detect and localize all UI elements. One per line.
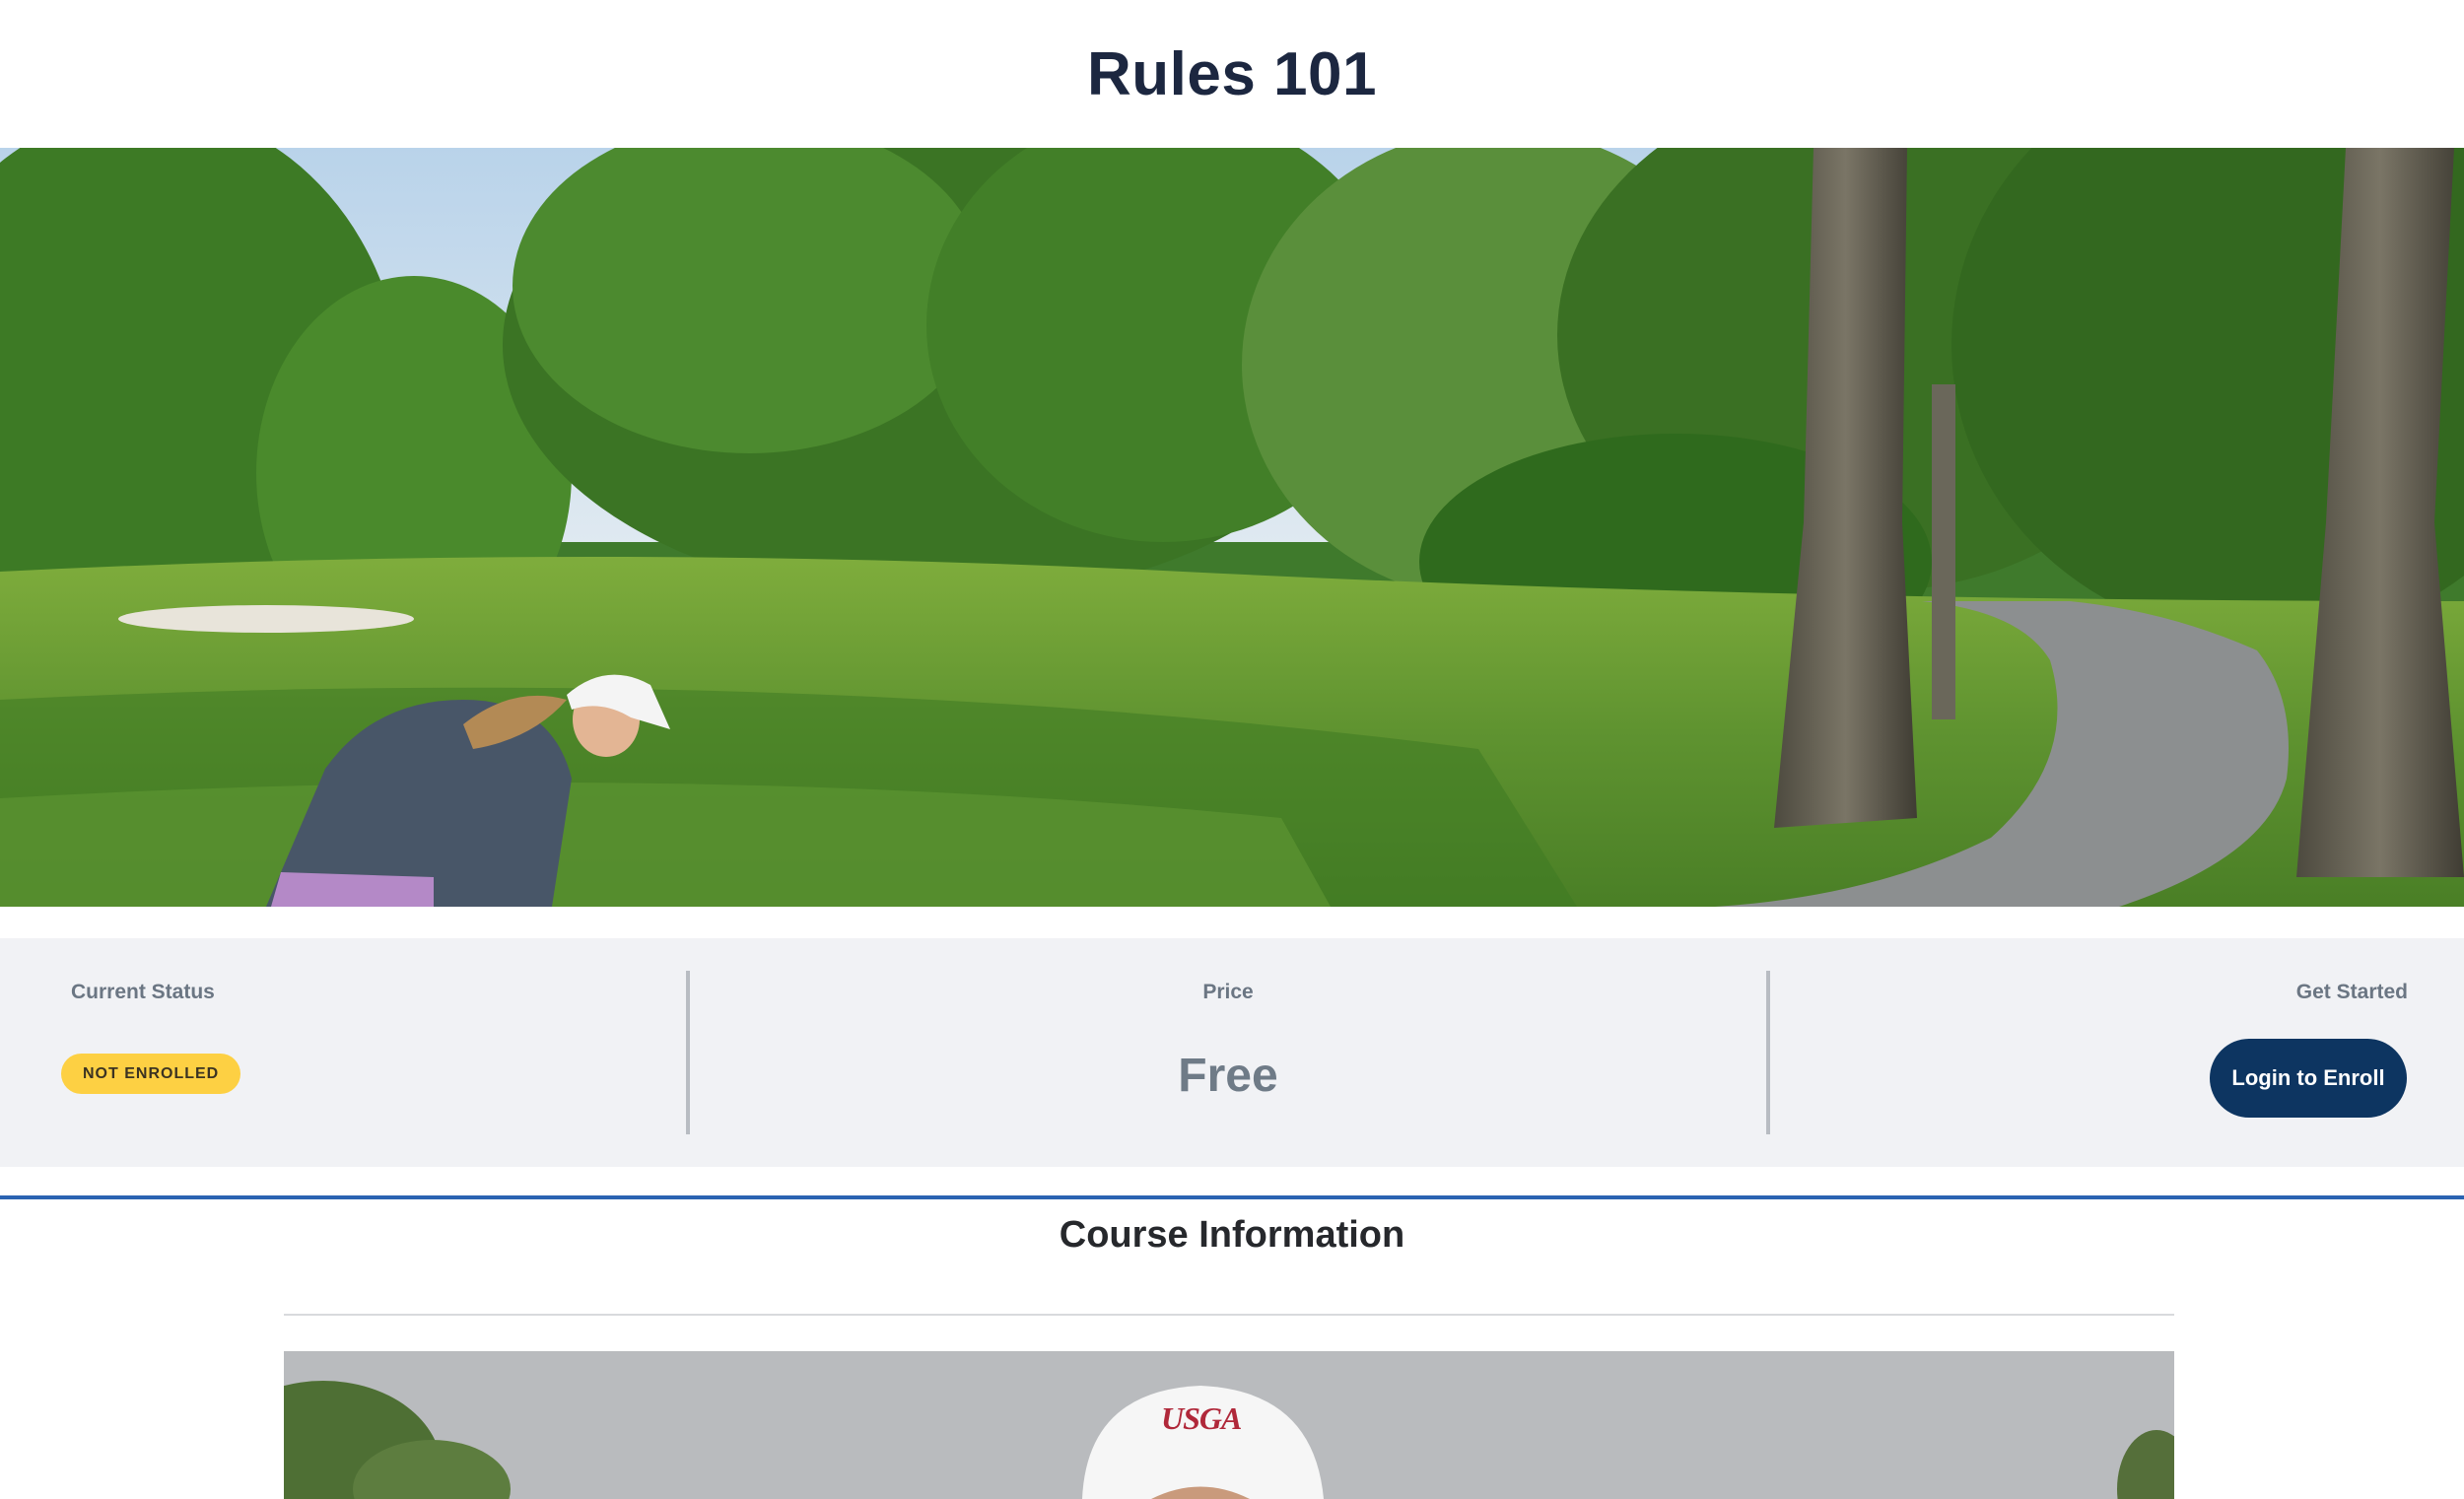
course-info-heading: Course Information xyxy=(1059,1214,1405,1256)
page-title: Rules 101 xyxy=(1086,39,1377,108)
get-started-label: Get Started xyxy=(2295,981,2408,1003)
current-status-label: Current Status xyxy=(71,981,215,1003)
enrollment-status-bar: Current Status NOT ENROLLED Price Free G… xyxy=(0,938,2464,1167)
course-info-rule xyxy=(0,1195,2464,1199)
course-info-image: USGA xyxy=(284,1351,2174,1499)
price-section: Price Free xyxy=(690,938,1766,1167)
price-label: Price xyxy=(1202,981,1254,1003)
hero-image xyxy=(0,148,2464,907)
price-value: Free xyxy=(1178,1050,1278,1102)
page-header: Rules 101 xyxy=(0,0,2464,148)
usga-cap-logo: USGA xyxy=(1161,1400,1242,1436)
course-info-divider xyxy=(284,1314,2174,1316)
current-status-section: Current Status NOT ENROLLED xyxy=(0,938,686,1167)
not-enrolled-badge: NOT ENROLLED xyxy=(61,1054,241,1094)
get-started-section: Get Started Login to Enroll xyxy=(1770,938,2464,1167)
login-to-enroll-button[interactable]: Login to Enroll xyxy=(2210,1039,2407,1118)
